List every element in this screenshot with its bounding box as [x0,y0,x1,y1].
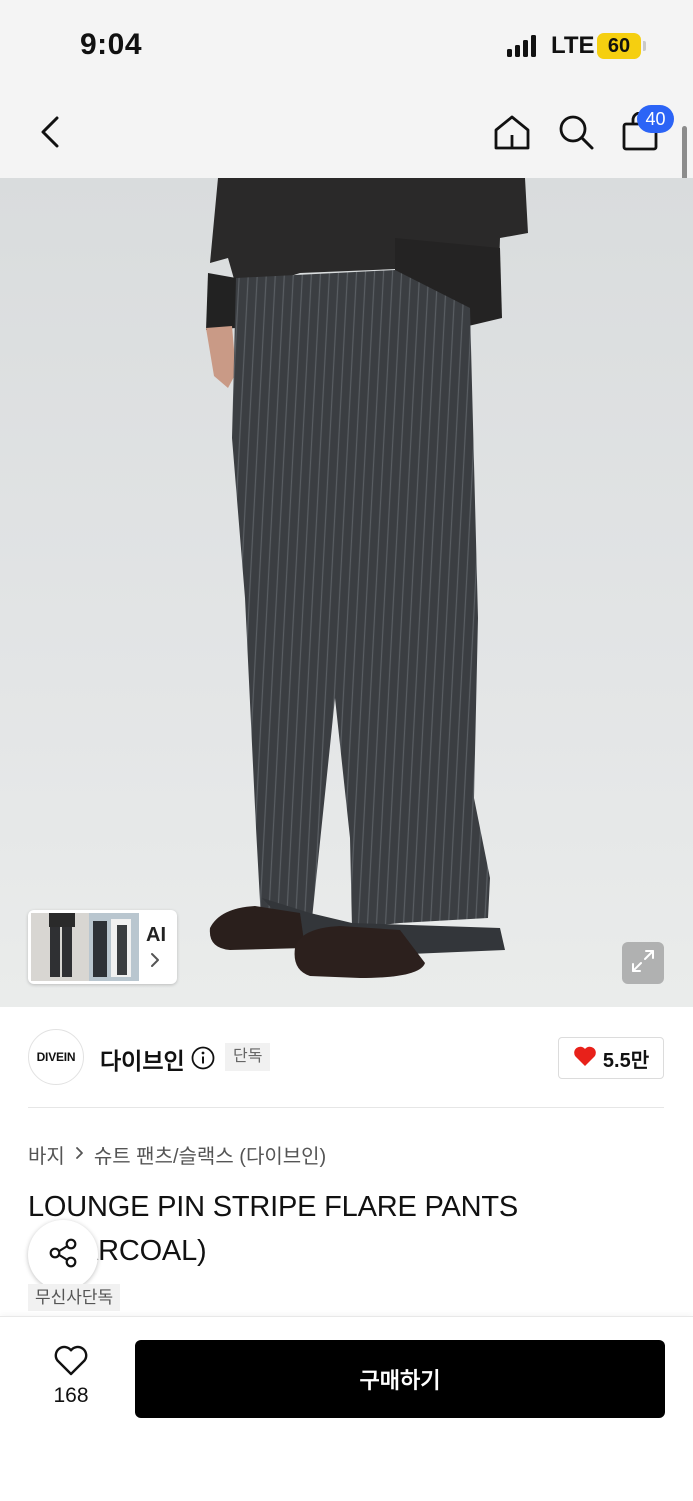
battery-indicator: 60 [597,33,641,59]
buy-button[interactable]: 구매하기 [135,1340,665,1418]
battery-cap [643,41,646,51]
brand-like-count: 5.5만 [602,1049,650,1072]
exclusive-tag: 단독 [225,1043,271,1071]
ai-thumbnail-image [31,913,139,984]
ai-label: AI [146,924,166,946]
brand-like-button[interactable]: 5.5만 [558,1037,664,1079]
search-button[interactable] [554,90,598,178]
divider [28,1107,664,1108]
cart-button[interactable] [618,90,662,178]
ai-thumbnail-card[interactable]: AI [28,910,177,984]
musinsa-exclusive-tag: 무신사단독 [28,1284,121,1311]
expand-icon [631,949,655,978]
home-icon [493,113,531,156]
breadcrumb-item-category[interactable]: 바지 [28,1140,65,1169]
back-button[interactable] [28,90,72,178]
breadcrumb: 바지 슈트 팬츠/슬랙스 (다이브인) [28,1140,326,1169]
brand-name[interactable]: 다이브인 [100,1042,185,1076]
heart-filled-icon [573,1045,597,1072]
network-label: LTE [551,32,595,59]
battery-level: 60 [607,35,631,57]
signal-icon [507,35,537,62]
heart-outline-icon [53,1344,89,1382]
chevron-right-icon [150,952,160,973]
breadcrumb-item-subcategory[interactable]: 슈트 팬츠/슬랙스 (다이브인) [94,1140,326,1169]
like-button[interactable]: 168 [28,1340,114,1418]
chevron-right-icon [75,1143,84,1166]
cart-count-badge: 40 [637,105,674,133]
nav-header [0,90,693,178]
info-icon[interactable] [191,1046,215,1075]
home-button[interactable] [490,90,534,178]
product-title: LOUNGE PIN STRIPE FLARE PANTS (CHARCOAL) [28,1191,518,1267]
share-icon [46,1236,80,1275]
expand-image-button[interactable] [622,942,664,984]
share-button[interactable] [28,1220,98,1290]
back-chevron-icon [39,115,61,154]
search-icon [557,113,595,156]
status-time: 9:04 [80,28,143,61]
like-count: 168 [53,1384,89,1407]
brand-logo[interactable]: DIVEIN [28,1029,84,1085]
product-image[interactable] [0,178,693,1007]
